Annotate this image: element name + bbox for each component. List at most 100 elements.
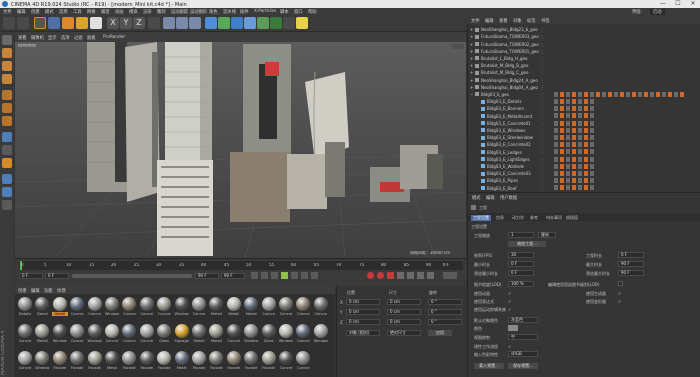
material-swatch[interactable]: Concre <box>278 297 294 319</box>
visibility-dots-icon[interactable]: ⋮ <box>540 178 544 183</box>
material-swatch[interactable]: Metall <box>226 297 242 319</box>
color-swatch[interactable] <box>508 325 518 331</box>
object-row-child[interactable]: Bldg03_E_Windows ⋮ <box>468 127 700 134</box>
material-swatch[interactable]: Concre <box>17 324 33 346</box>
preview-range-slider[interactable] <box>72 274 192 278</box>
material-tags[interactable] <box>554 163 594 169</box>
rotation-p-field[interactable]: 0 ° <box>428 309 462 315</box>
object-row[interactable]: + Brutalist_M_Bldg_B_geo ⋮ <box>468 62 700 69</box>
object-row-child[interactable]: Bldg03_E_Concrete02 ⋮ <box>468 141 700 148</box>
object-row-child[interactable]: Bldg03_E_LightEdges ⋮ <box>468 156 700 163</box>
expand-icon[interactable]: + <box>470 49 473 54</box>
visibility-dots-icon[interactable]: ⋮ <box>540 34 544 39</box>
object-row[interactable]: + FuturaSkama_TOWER03_geo ⋮ <box>468 33 700 40</box>
parameter-key-icon[interactable] <box>427 272 434 279</box>
polygons-mode-icon[interactable] <box>2 116 12 126</box>
apply-button[interactable]: 应用 <box>428 330 452 336</box>
material-swatch[interactable]: Facade <box>208 351 224 373</box>
material-swatch[interactable]: Concre <box>139 324 155 346</box>
play-icon[interactable] <box>281 272 288 279</box>
material-swatch[interactable]: Metal <box>174 351 190 373</box>
expand-icon[interactable]: + <box>470 85 473 90</box>
material-swatch[interactable]: Window <box>87 324 103 346</box>
scale-unit-select[interactable]: 厘米 <box>538 232 556 238</box>
material-swatch[interactable]: Facade <box>243 351 259 373</box>
visibility-dots-icon[interactable]: ⋮ <box>540 42 544 47</box>
viewport-menu-display[interactable]: 显示 <box>48 35 57 41</box>
attr-menu-mode[interactable]: 模式 <box>472 195 481 201</box>
material-swatch[interactable]: Metal <box>104 351 120 373</box>
material-swatch[interactable]: Concre <box>69 324 85 346</box>
coordinate-system-icon[interactable] <box>148 17 160 29</box>
material-swatch[interactable]: Facade <box>261 351 277 373</box>
visibility-dots-icon[interactable]: ⋮ <box>540 186 544 191</box>
locked-workplane-icon[interactable] <box>2 187 12 197</box>
preview-start-field[interactable]: 0 F <box>45 273 69 279</box>
material-swatch[interactable]: Concre <box>295 351 311 373</box>
material-swatch[interactable]: Concre <box>104 324 120 346</box>
linear-workflow-checkbox[interactable]: ✓ <box>508 344 511 349</box>
go-to-start-icon[interactable] <box>251 272 258 279</box>
preview-min-field[interactable]: 0 F <box>508 270 534 276</box>
object-row-child[interactable]: Bldg03_E_Concrete01 ⋮ <box>468 120 700 127</box>
generator-icon[interactable] <box>218 17 230 29</box>
material-swatch[interactable]: Concre <box>69 297 85 319</box>
object-row[interactable]: + Brutalist_L_Bldg_H_geo ⋮ <box>468 55 700 62</box>
object-row-child[interactable]: Bldg03_E_Roof ⋮ <box>468 184 700 191</box>
expand-icon[interactable]: + <box>470 63 473 68</box>
camera-icon[interactable] <box>283 17 295 29</box>
material-swatch[interactable]: Concre <box>156 297 172 319</box>
size-y-field[interactable]: 0 cm <box>387 309 421 315</box>
visibility-dots-icon[interactable]: ⋮ <box>540 92 544 97</box>
points-mode-icon[interactable] <box>2 90 12 100</box>
material-swatch[interactable]: Glass <box>261 324 277 346</box>
rotation-h-field[interactable]: 0 ° <box>428 299 462 305</box>
visibility-dots-icon[interactable]: ⋮ <box>540 70 544 75</box>
visibility-dots-icon[interactable]: ⋮ <box>540 106 544 111</box>
expand-icon[interactable]: + <box>470 42 473 47</box>
attr-menu-edit[interactable]: 编辑 <box>486 195 495 201</box>
solo-icon[interactable] <box>2 200 12 210</box>
keyframe-selection-icon[interactable] <box>387 272 394 279</box>
use-motion-checkbox[interactable]: ✓ <box>508 307 511 312</box>
tab-todo[interactable]: 待办事项 <box>546 215 562 221</box>
material-tags[interactable] <box>554 171 594 176</box>
next-key-icon[interactable] <box>301 272 308 279</box>
preview-end-field[interactable]: 90 F <box>195 273 219 279</box>
visibility-dots-icon[interactable]: ⋮ <box>540 99 544 104</box>
visibility-dots-icon[interactable]: ⋮ <box>540 56 544 61</box>
expand-icon[interactable]: + <box>470 70 473 75</box>
material-swatch[interactable]: Details <box>17 297 33 319</box>
material-swatch[interactable]: Window <box>34 351 50 373</box>
material-swatch[interactable]: Concre <box>17 351 33 373</box>
material-tags[interactable] <box>554 142 594 148</box>
material-swatch[interactable]: Facade <box>139 351 155 373</box>
prev-frame-icon[interactable] <box>271 272 278 279</box>
use-animation-checkbox[interactable]: ✓ <box>508 291 511 296</box>
material-swatch[interactable]: Signage <box>174 324 190 346</box>
scale-project-button[interactable]: 缩放工程... <box>508 241 546 247</box>
material-swatch[interactable]: Concre <box>121 324 137 346</box>
object-row-child[interactable]: Bldg03_E_MetalAccent ⋮ <box>468 112 700 119</box>
material-tags[interactable] <box>554 120 594 126</box>
object-row[interactable]: + NeoShanghai_Bldg24_A_geo ⋮ <box>468 76 700 83</box>
menu-xparticles[interactable]: X-Particles <box>254 9 276 14</box>
material-swatch[interactable]: Metall <box>191 324 207 346</box>
fps-field[interactable]: 30 <box>508 252 534 258</box>
workplane-icon[interactable] <box>2 174 12 184</box>
position-z-field[interactable]: 0 cm <box>346 319 380 325</box>
object-row-child[interactable]: Bldg03_E_Details ⋮ <box>468 98 700 105</box>
collapse-icon[interactable]: − <box>470 92 473 97</box>
object-row-child[interactable]: Bldg03_E_Ledges ⋮ <box>468 148 700 155</box>
material-swatch[interactable]: Facade <box>121 351 137 373</box>
render-picture-viewer-icon[interactable] <box>176 17 188 29</box>
save-preset-button[interactable]: 保存预置... <box>508 363 538 369</box>
expand-icon[interactable]: + <box>470 27 473 32</box>
visibility-dots-icon[interactable]: ⋮ <box>540 128 544 133</box>
material-tags[interactable] <box>554 178 594 184</box>
visibility-dots-icon[interactable]: ⋮ <box>540 63 544 68</box>
object-row-child[interactable]: Bldg03_E_Steelwindow ⋮ <box>468 134 700 141</box>
make-editable-icon[interactable] <box>2 35 12 45</box>
undo-icon[interactable] <box>3 17 15 29</box>
maximize-button[interactable]: ☐ <box>671 0 685 8</box>
